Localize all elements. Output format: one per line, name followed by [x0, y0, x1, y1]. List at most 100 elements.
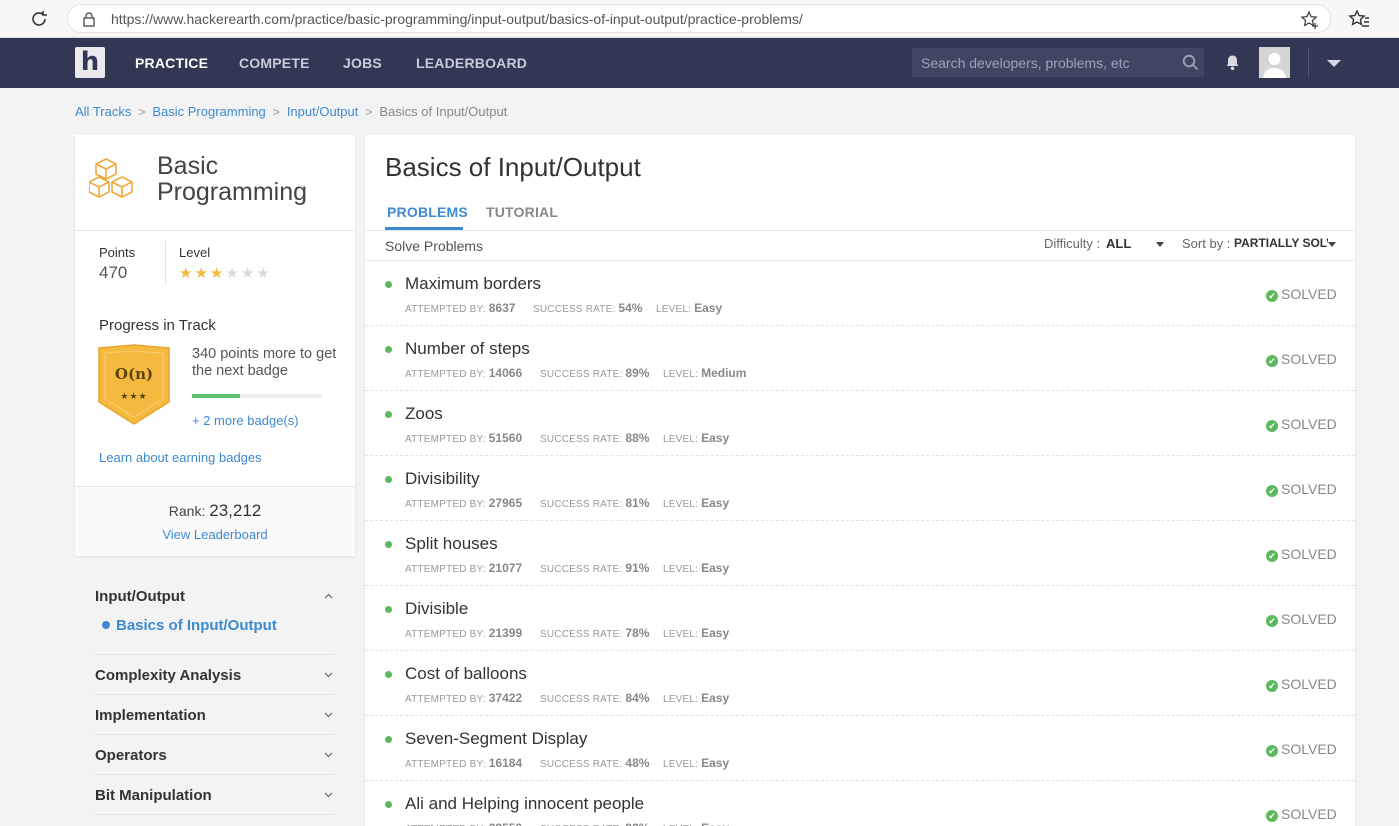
problem-name[interactable]: Divisibility [405, 469, 480, 489]
badge-text: O(n) [114, 365, 154, 383]
difficulty-level: LEVEL: Easy [663, 756, 730, 770]
topic-operators[interactable]: Operators [95, 747, 335, 767]
topic-label: Bit Manipulation [95, 787, 212, 804]
badge-icon [98, 344, 170, 425]
hackerearth-logo[interactable]: h [75, 47, 105, 78]
topic-label: Implementation [95, 707, 206, 724]
track-header: Basic Programming [75, 135, 355, 231]
solved-dot-icon [385, 541, 392, 548]
breadcrumb-separator: > [272, 105, 280, 119]
problem-name[interactable]: Ali and Helping innocent people [405, 794, 644, 814]
points-value: 470 [99, 263, 128, 282]
check-circle-icon: ✔ [1266, 810, 1278, 822]
topic-implementation[interactable]: Implementation [95, 707, 335, 727]
nav-divider [1308, 47, 1309, 78]
problem-name[interactable]: Split houses [405, 534, 498, 554]
view-leaderboard-link[interactable]: View Leaderboard [75, 527, 355, 542]
sort-label: Sort by : [1182, 236, 1231, 251]
solved-dot-icon [385, 606, 392, 613]
problem-name[interactable]: Maximum borders [405, 274, 541, 294]
difficulty-level: LEVEL: Medium [663, 366, 747, 380]
problem-row[interactable]: Divisible ATTEMPTED BY: 21399 SUCCESS RATE… [365, 586, 1355, 651]
rank-section: Rank: 23,212 View Leaderboard [75, 486, 355, 556]
star-icon: ★ [209, 265, 226, 282]
solved-dot-icon [385, 671, 392, 678]
more-badges-link[interactable]: + 2 more badge(s) [192, 413, 299, 428]
nav-practice[interactable]: PRACTICE [135, 55, 208, 71]
solved-status: ✔ SOLVED [1266, 286, 1337, 302]
search-input[interactable] [912, 48, 1174, 77]
problem-row[interactable]: Split houses ATTEMPTED BY: 21077 SUCCESS R… [365, 521, 1355, 586]
breadcrumb-basic-programming[interactable]: Basic Programming [152, 104, 265, 119]
star-icon: ★ [194, 265, 210, 282]
divider [95, 694, 335, 695]
solve-problems-label: Solve Problems [385, 238, 484, 254]
topic-complexity-analysis[interactable]: Complexity Analysis [95, 667, 335, 687]
difficulty-level: LEVEL: Easy [663, 431, 730, 445]
attempted-by: ATTEMPTED BY: 28550 [405, 821, 522, 826]
tab-problems[interactable]: PROBLEMS [387, 204, 468, 220]
solved-status: ✔ SOLVED [1266, 806, 1337, 822]
address-bar[interactable]: https://www.hackerearth.com/practice/bas… [67, 4, 1331, 33]
success-rate: SUCCESS RATE: 92% [540, 821, 649, 826]
nav-compete[interactable]: COMPETE [239, 55, 310, 71]
notification-bell-icon[interactable] [1224, 54, 1241, 71]
check-circle-icon: ✔ [1266, 680, 1278, 692]
reload-icon[interactable] [28, 8, 50, 30]
divider [95, 654, 335, 655]
search-box [912, 48, 1204, 77]
avatar[interactable] [1259, 47, 1290, 78]
difficulty-select[interactable]: ALL [1106, 236, 1164, 251]
topic-input-output[interactable]: Input/Output [95, 588, 335, 608]
lock-icon[interactable] [82, 11, 96, 27]
solved-dot-icon [385, 476, 392, 483]
subtopic-basics-of-input-output[interactable]: Basics of Input/Output [102, 617, 277, 634]
check-circle-icon: ✔ [1266, 420, 1278, 432]
add-favorite-icon[interactable] [1300, 10, 1320, 30]
tab-tutorial[interactable]: TUTORIAL [486, 204, 558, 220]
problem-name[interactable]: Seven-Segment Display [405, 729, 587, 749]
check-circle-icon: ✔ [1266, 745, 1278, 757]
solved-status: ✔ SOLVED [1266, 676, 1337, 692]
star-icon: ★ [179, 265, 195, 282]
cubes-icon [89, 158, 133, 198]
problem-row[interactable]: Number of steps ATTEMPTED BY: 14066 SUCCES… [365, 326, 1355, 391]
search-icon[interactable] [1182, 54, 1199, 71]
attempted-by: ATTEMPTED BY: 51560 [405, 431, 523, 445]
breadcrumb: All Tracks > Basic Programming > Input/Outpu… [75, 104, 507, 119]
nav-jobs[interactable]: JOBS [343, 55, 382, 71]
sort-select[interactable]: PARTIALLY SOLVED [1234, 236, 1338, 250]
url-text[interactable]: https://www.hackerearth.com/practice/bas… [111, 11, 803, 27]
chevron-down-icon [324, 672, 333, 678]
difficulty-value: ALL [1106, 236, 1132, 251]
rank-line: Rank: 23,212 [75, 501, 355, 521]
problem-row[interactable]: Divisibility ATTEMPTED BY: 27965 SUCCESS R… [365, 456, 1355, 521]
divider [95, 774, 335, 775]
topic-label: Operators [95, 747, 167, 764]
problem-name[interactable]: Number of steps [405, 339, 530, 359]
check-circle-icon: ✔ [1266, 615, 1278, 627]
topic-bit-manipulation[interactable]: Bit Manipulation [95, 787, 335, 807]
solved-status: ✔ SOLVED [1266, 416, 1337, 432]
solved-status: ✔ SOLVED [1266, 611, 1337, 627]
check-circle-icon: ✔ [1266, 290, 1278, 302]
solved-dot-icon [385, 736, 392, 743]
nav-leaderboard[interactable]: LEADERBOARD [416, 55, 527, 71]
problem-name[interactable]: Divisible [405, 599, 468, 619]
learn-badges-link[interactable]: Learn about earning badges [99, 450, 262, 465]
problem-name[interactable]: Cost of balloons [405, 664, 527, 684]
divider [95, 734, 335, 735]
problem-row[interactable]: Ali and Helping innocent people ATTEMPTED… [365, 781, 1355, 826]
topic-label: Complexity Analysis [95, 667, 242, 684]
problem-row[interactable]: Zoos ATTEMPTED BY: 51560 SUCCESS RATE: 88%… [365, 391, 1355, 456]
breadcrumb-input-output[interactable]: Input/Output [287, 104, 359, 119]
favorites-icon[interactable] [1348, 8, 1370, 30]
topic-label: Input/Output [95, 588, 185, 605]
chevron-down-icon[interactable] [1327, 60, 1341, 67]
user-silhouette-icon [1259, 47, 1290, 78]
problem-name[interactable]: Zoos [405, 404, 443, 424]
problem-row[interactable]: Seven-Segment Display ATTEMPTED BY: 16184… [365, 716, 1355, 781]
problem-row[interactable]: Maximum borders ATTEMPTED BY: 8637 SUCCESS… [365, 261, 1355, 326]
breadcrumb-all-tracks[interactable]: All Tracks [75, 104, 131, 119]
problem-row[interactable]: Cost of balloons ATTEMPTED BY: 37422 SUCCE… [365, 651, 1355, 716]
